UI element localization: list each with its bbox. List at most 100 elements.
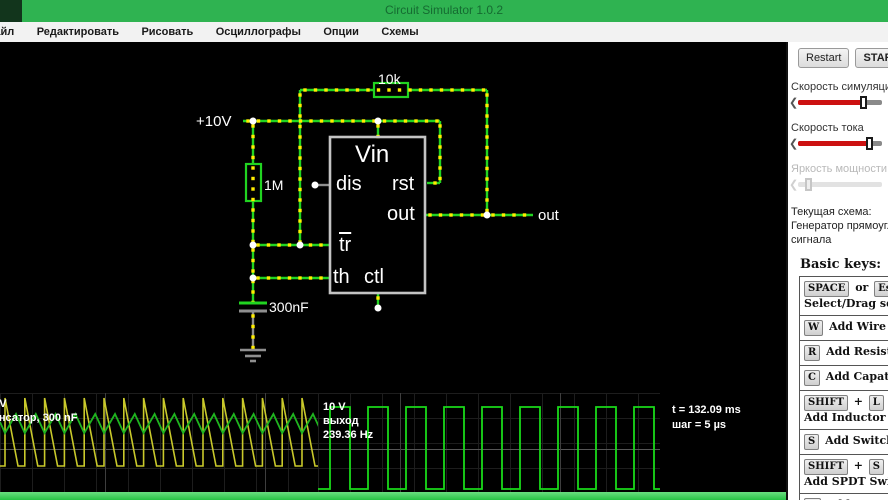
current-dot bbox=[438, 134, 442, 139]
current-dot bbox=[298, 145, 302, 150]
current-dot bbox=[438, 145, 442, 149]
power-brightness-slider: ❮ bbox=[789, 178, 888, 191]
current-dot bbox=[485, 156, 489, 160]
taskbar-edge bbox=[0, 492, 797, 500]
chip-pin-out: out bbox=[387, 203, 415, 225]
current-dot bbox=[308, 243, 313, 247]
current-dot bbox=[450, 88, 454, 92]
capacitor-label[interactable]: 300nF bbox=[269, 299, 309, 315]
chip-pin-rst: rst bbox=[392, 173, 415, 195]
slider-left-arrow-icon[interactable]: ❮ bbox=[789, 96, 798, 109]
current-dot bbox=[366, 88, 370, 92]
start-stop-button[interactable]: START/stop bbox=[855, 48, 888, 68]
key-help-row: SPACE or EscSelect/Drag sel bbox=[800, 277, 888, 316]
junction-post[interactable] bbox=[249, 274, 257, 282]
current-dot bbox=[298, 177, 302, 181]
current-dot bbox=[382, 119, 387, 123]
key-help-row: C Add Capatitor bbox=[800, 366, 888, 391]
current-dot bbox=[424, 119, 429, 123]
slider-left-arrow-icon: ❮ bbox=[789, 179, 799, 191]
key-help-text: Add Resistor bbox=[826, 345, 888, 358]
current-dot bbox=[251, 345, 255, 350]
current-dot bbox=[438, 166, 442, 170]
current-dot bbox=[287, 276, 292, 280]
dis-post[interactable] bbox=[311, 181, 319, 189]
key-help-row: G Add Ground bbox=[800, 494, 888, 500]
scope-output[interactable]: 10 V выход 239.36 Hz bbox=[318, 393, 660, 493]
current-dot bbox=[387, 88, 391, 92]
key-help-text: Select/Drag sel bbox=[804, 297, 888, 310]
current-dot bbox=[355, 88, 360, 92]
current-dot bbox=[376, 124, 380, 128]
keycap: R bbox=[804, 345, 821, 361]
restart-button[interactable]: Restart bbox=[798, 48, 850, 68]
junction-post[interactable] bbox=[249, 241, 257, 249]
key-help-row: SHIFT + L Add Inductor bbox=[800, 391, 888, 430]
resistor-1m-label[interactable]: 1М bbox=[264, 177, 283, 193]
current-dot bbox=[438, 176, 442, 181]
key-help-row: SHIFT + SAdd SPDT Switch bbox=[800, 455, 888, 494]
current-dot bbox=[298, 124, 302, 129]
current-dot bbox=[266, 243, 271, 247]
simulation-time: t = 132.09 ms шаг = 5 µs bbox=[672, 403, 741, 433]
keycap: C bbox=[804, 370, 820, 386]
supply-voltage-label[interactable]: +10V bbox=[196, 113, 231, 130]
ctl-post[interactable] bbox=[374, 304, 382, 312]
current-dot bbox=[334, 88, 339, 92]
key-help-row: S Add Switch bbox=[800, 430, 888, 455]
slider-left-arrow-icon[interactable]: ❮ bbox=[789, 137, 798, 150]
current-dot bbox=[251, 335, 255, 339]
slider-handle[interactable] bbox=[866, 137, 874, 150]
timestep-value: шаг = 5 µs bbox=[672, 419, 727, 431]
keycap: S bbox=[804, 434, 820, 450]
current-dot bbox=[288, 119, 292, 123]
current-dot bbox=[481, 88, 486, 92]
sim-speed-slider[interactable]: ❮ bbox=[789, 96, 888, 109]
current-dot bbox=[298, 166, 302, 171]
basic-keys-heading: Basic keys: bbox=[800, 257, 882, 272]
current-dot bbox=[251, 197, 255, 202]
current-circuit-name: Генератор прямоуг. bbox=[791, 220, 888, 232]
junction-post[interactable] bbox=[296, 241, 304, 249]
current-speed-slider[interactable]: ❮ bbox=[789, 137, 888, 150]
current-dot bbox=[308, 276, 313, 280]
key-help-text: Add Capatitor bbox=[825, 370, 888, 383]
current-dot bbox=[277, 119, 282, 123]
keycap: L bbox=[868, 395, 884, 411]
current-dot bbox=[251, 290, 255, 294]
current-dot bbox=[429, 88, 433, 92]
current-dot bbox=[340, 119, 345, 123]
current-dot bbox=[485, 177, 489, 181]
current-circuit-name2: сигнала bbox=[791, 234, 832, 246]
current-dot bbox=[277, 243, 281, 247]
resistor-10k-label[interactable]: 10k bbox=[378, 71, 401, 87]
current-dot bbox=[485, 166, 489, 171]
current-dot bbox=[438, 124, 442, 128]
key-help-text: Add Wire bbox=[825, 320, 886, 333]
current-dot bbox=[414, 119, 418, 123]
current-dot bbox=[351, 119, 355, 123]
current-dot bbox=[251, 324, 255, 329]
slider-handle[interactable] bbox=[860, 96, 868, 109]
current-dot bbox=[393, 119, 397, 123]
current-dot bbox=[298, 187, 302, 192]
current-dot bbox=[251, 166, 255, 170]
scope-capacitor[interactable]: 10 V конденсатор, 300 nF bbox=[0, 393, 318, 493]
current-dot bbox=[256, 276, 260, 280]
current-dot bbox=[376, 88, 381, 92]
chip-pin-ctl: ctl bbox=[364, 266, 384, 288]
current-dot bbox=[485, 198, 489, 202]
current-dot bbox=[251, 124, 255, 128]
junction-post[interactable] bbox=[249, 117, 257, 125]
current-dot bbox=[298, 198, 302, 202]
current-dot bbox=[485, 145, 489, 150]
current-dot bbox=[303, 88, 307, 92]
current-dot bbox=[298, 119, 303, 123]
keycap: Esc bbox=[874, 281, 888, 297]
current-dot bbox=[428, 213, 432, 217]
out-node-label[interactable]: out bbox=[538, 207, 559, 224]
junction-post[interactable] bbox=[483, 211, 491, 219]
current-dot bbox=[435, 119, 439, 123]
current-dot bbox=[251, 229, 255, 233]
junction-post[interactable] bbox=[374, 117, 382, 125]
